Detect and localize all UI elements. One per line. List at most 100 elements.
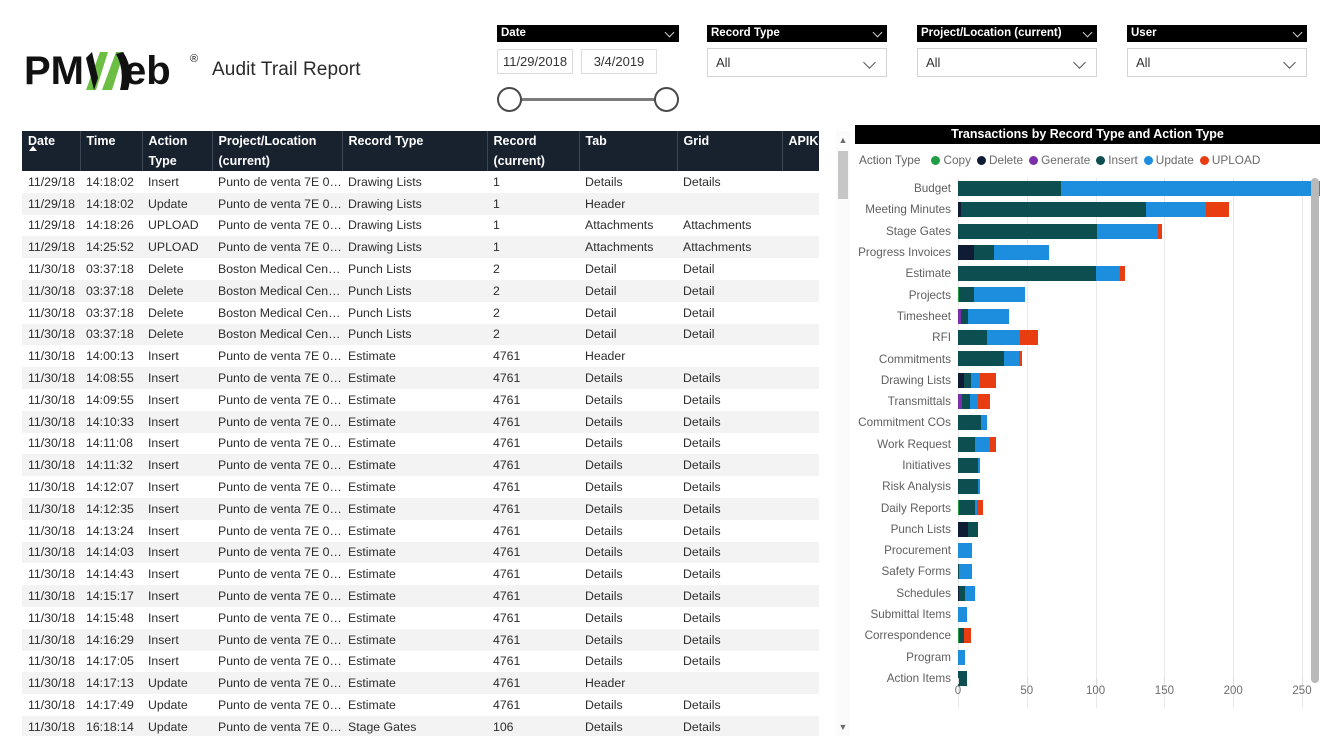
table-row[interactable]: 11/29/18 14:18:02 Insert Punto de venta 7E … xyxy=(22,171,819,193)
chart-bar-row[interactable]: Procurement xyxy=(855,540,1320,561)
table-row[interactable]: 11/30/18 14:14:43 Insert Punto de venta 7E … xyxy=(22,563,819,585)
table-row[interactable]: 11/29/18 14:18:26 UPLOAD Punto de venta 7E … xyxy=(22,215,819,237)
chart-bar-segment[interactable] xyxy=(969,393,979,409)
user-dropdown[interactable]: All xyxy=(1127,48,1307,77)
chart-scrollbar-thumb[interactable] xyxy=(1311,178,1319,683)
chart-bar-segment[interactable] xyxy=(958,330,987,346)
table-row[interactable]: 11/30/18 14:17:05 Insert Punto de venta 7E … xyxy=(22,651,819,673)
chart-bar-segment[interactable] xyxy=(958,244,974,260)
table-row[interactable]: 11/30/18 14:11:32 Insert Punto de venta 7E … xyxy=(22,454,819,477)
legend-item[interactable]: Generate xyxy=(1029,153,1090,167)
chart-bar-segment[interactable] xyxy=(1095,266,1121,282)
slicer-user[interactable]: User All xyxy=(1127,25,1307,77)
chart-bar-row[interactable]: Projects xyxy=(855,284,1320,305)
chart-stacked-bar[interactable] xyxy=(958,670,967,686)
chart-bar-segment[interactable] xyxy=(1120,266,1125,282)
slicer-project-location-header[interactable]: Project/Location (current) xyxy=(917,25,1097,42)
chart-stacked-bar[interactable] xyxy=(958,308,1009,324)
chart-bar-segment[interactable] xyxy=(958,670,967,686)
chart-bar-segment[interactable] xyxy=(979,372,996,388)
slider-handle-left[interactable] xyxy=(497,87,522,112)
chart-stacked-bar[interactable] xyxy=(958,244,1050,260)
chart-stacked-bar[interactable] xyxy=(958,500,983,516)
date-from-input[interactable]: 11/29/2018 xyxy=(497,49,573,74)
table-row[interactable]: 11/30/18 14:15:17 Insert Punto de venta 7E … xyxy=(22,585,819,607)
chart-bar-row[interactable]: Risk Analysis xyxy=(855,476,1320,497)
table-row[interactable]: 11/30/18 14:16:29 Insert Punto de venta 7E … xyxy=(22,628,819,651)
chart-bar-segment[interactable] xyxy=(963,628,971,644)
chart-bar-segment[interactable] xyxy=(963,372,972,388)
chart-bar-segment[interactable] xyxy=(978,479,980,495)
chart-stacked-bar[interactable] xyxy=(958,351,1022,367)
chart-stacked-bar[interactable] xyxy=(958,393,990,409)
chart-stacked-bar[interactable] xyxy=(958,543,973,559)
chart-stacked-bar[interactable] xyxy=(958,628,971,644)
chart-bar-row[interactable]: Stage Gates xyxy=(855,221,1320,242)
table-column-header[interactable]: APIKey xyxy=(782,131,832,171)
table-row[interactable]: 11/30/18 14:14:03 Insert Punto de venta 7E … xyxy=(22,541,819,564)
chart-stacked-bar[interactable] xyxy=(958,266,1125,282)
chart-bar-segment[interactable] xyxy=(965,585,976,601)
chevron-down-icon[interactable] xyxy=(666,28,675,37)
chevron-down-icon[interactable] xyxy=(1285,58,1296,69)
chart-bar-segment[interactable] xyxy=(1157,223,1163,239)
chart-bar-segment[interactable] xyxy=(958,266,1096,282)
scroll-up-arrow-icon[interactable]: ▲ xyxy=(836,133,850,147)
chart-bar-row[interactable]: Progress Invoices xyxy=(855,242,1320,263)
chart-bar-segment[interactable] xyxy=(975,436,990,452)
project-location-dropdown[interactable]: All xyxy=(917,48,1097,77)
legend-item[interactable]: Delete xyxy=(976,153,1023,167)
chart-bar-segment[interactable] xyxy=(958,181,1061,196)
chart-stacked-bar[interactable] xyxy=(958,585,976,601)
scroll-down-arrow-icon[interactable]: ▼ xyxy=(836,720,850,734)
chart-bar-segment[interactable] xyxy=(973,287,1025,303)
table-row[interactable]: 11/30/18 16:18:14 Update Punto de venta 7E … xyxy=(22,715,819,736)
chart-bar-row[interactable]: Meeting Minutes xyxy=(855,199,1320,220)
chevron-down-icon[interactable] xyxy=(874,28,883,37)
chevron-down-icon[interactable] xyxy=(1075,58,1086,69)
chart-bar-segment[interactable] xyxy=(1205,202,1229,218)
chart-bar-row[interactable]: Program xyxy=(855,647,1320,668)
table-scrollbar[interactable]: ▲ ▼ xyxy=(836,131,850,736)
table-column-header[interactable]: Grid xyxy=(677,131,783,171)
chart-bar-segment[interactable] xyxy=(958,457,979,473)
chart-scrollbar[interactable] xyxy=(1310,178,1320,688)
chart-bar-row[interactable]: Schedules xyxy=(855,583,1320,604)
chart-bar-segment[interactable] xyxy=(1097,223,1158,239)
chart-bar-segment[interactable] xyxy=(981,415,987,431)
chart-bar-row[interactable]: Commitment COs xyxy=(855,412,1320,433)
slicer-record-type[interactable]: Record Type All xyxy=(707,25,887,77)
table-column-header[interactable]: Record (current) xyxy=(487,131,580,171)
chart-stacked-bar[interactable] xyxy=(958,521,979,537)
chevron-down-icon[interactable] xyxy=(1084,28,1093,37)
chart-bar-segment[interactable] xyxy=(973,244,995,260)
chart-bar-segment[interactable] xyxy=(968,521,979,537)
table-column-header[interactable]: Project/Location (current) xyxy=(212,131,343,171)
table-row[interactable]: 11/30/18 03:37:18 Delete Boston Medical Cen… xyxy=(22,323,819,346)
table-row[interactable]: 11/30/18 14:11:08 Insert Punto de venta 7E … xyxy=(22,433,819,455)
chart-stacked-bar[interactable] xyxy=(958,649,966,665)
chart-stacked-bar[interactable] xyxy=(958,436,996,452)
legend-item[interactable]: Insert xyxy=(1096,153,1138,167)
table-row[interactable]: 11/30/18 14:12:07 Insert Punto de venta 7E … xyxy=(22,476,819,498)
chart-bar-segment[interactable] xyxy=(971,372,980,388)
chart-bar-segment[interactable] xyxy=(962,393,970,409)
chart-bar-segment[interactable] xyxy=(958,351,1005,367)
chart-bar-segment[interactable] xyxy=(960,202,1147,218)
table-column-header[interactable]: Tab xyxy=(579,131,678,171)
chart-bar-row[interactable]: Punch Lists xyxy=(855,519,1320,540)
table-column-header[interactable]: Date xyxy=(22,131,81,171)
table-row[interactable]: 11/30/18 14:08:55 Insert Punto de venta 7E … xyxy=(22,367,819,389)
chart-stacked-bar[interactable] xyxy=(958,415,987,431)
table-column-header[interactable]: Record Type xyxy=(342,131,488,171)
chart-stacked-bar[interactable] xyxy=(958,202,1229,218)
chart-bar-segment[interactable] xyxy=(989,436,996,452)
chart-stacked-bar[interactable] xyxy=(958,457,980,473)
table-row[interactable]: 11/30/18 14:13:24 Insert Punto de venta 7E … xyxy=(22,520,819,542)
table-row[interactable]: 11/30/18 03:37:18 Delete Boston Medical Cen… xyxy=(22,302,819,324)
date-range-slider[interactable] xyxy=(497,87,679,113)
legend-item[interactable]: Copy xyxy=(931,153,971,167)
chart-bar-row[interactable]: Work Request xyxy=(855,434,1320,455)
chart-bar-row[interactable]: Timesheet xyxy=(855,306,1320,327)
chart-bar-row[interactable]: Budget xyxy=(855,178,1320,199)
